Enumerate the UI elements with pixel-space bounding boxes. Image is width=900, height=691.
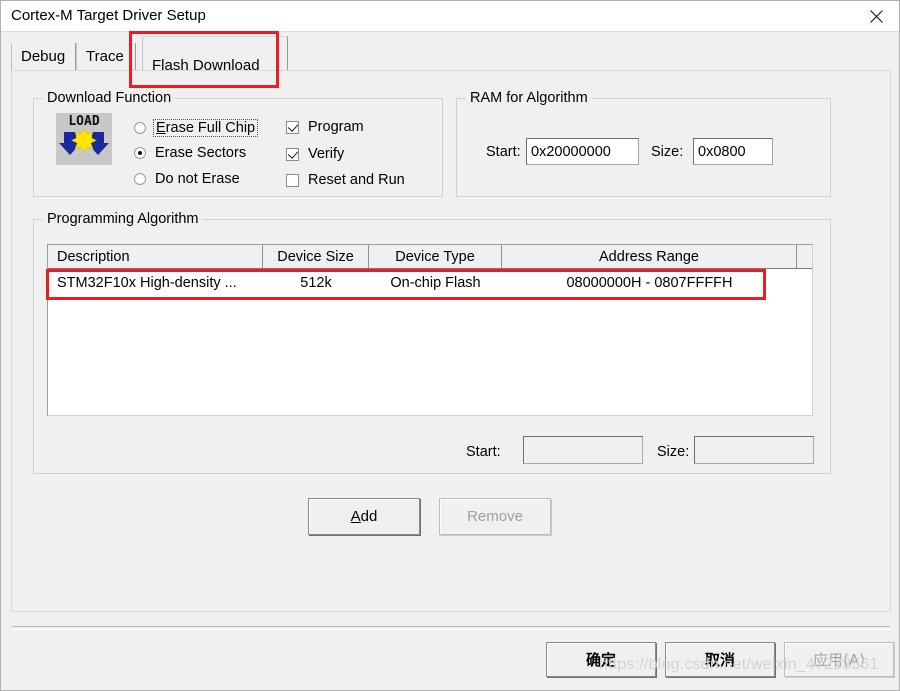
load-icon: LOAD — [56, 113, 112, 165]
ram-start-input[interactable]: 0x20000000 — [526, 138, 639, 165]
window-title: Cortex-M Target Driver Setup — [11, 7, 206, 24]
algo-start-input[interactable] — [523, 436, 643, 464]
ram-size-label: Size: — [651, 144, 684, 160]
cell-device-type: On-chip Flash — [390, 275, 481, 291]
column-header-description[interactable]: Description — [48, 245, 263, 268]
add-button-label: Add — [350, 508, 378, 525]
radio-do-not-erase[interactable]: Do not Erase — [134, 171, 240, 187]
ok-button[interactable]: 确定 — [546, 642, 656, 677]
table-header-row: Description Device Size Device Type Addr… — [48, 245, 812, 269]
ram-for-algorithm-title: RAM for Algorithm — [466, 90, 592, 106]
radio-erase-sectors-label: Erase Sectors — [155, 145, 247, 161]
download-function-title: Download Function — [43, 90, 176, 106]
tab-strip: Debug Trace Flash Download — [11, 36, 891, 78]
ram-start-label: Start: — [486, 144, 521, 160]
target-driver-setup-dialog: Cortex-M Target Driver Setup Debug Trace… — [0, 0, 900, 691]
checkbox-verify-label: Verify — [308, 146, 345, 162]
radio-erase-sectors[interactable]: Erase Sectors — [134, 145, 246, 161]
cell-description: STM32F10x High-density ... — [57, 275, 237, 291]
add-button[interactable]: Add — [308, 498, 420, 535]
checkbox-program-label: Program — [308, 119, 364, 135]
column-header-address-range[interactable]: Address Range — [502, 245, 797, 268]
bottom-separator — [12, 626, 890, 630]
cell-device-size: 512k — [300, 275, 332, 291]
radio-erase-full-chip-indicator — [134, 122, 146, 134]
title-bar: Cortex-M Target Driver Setup — [1, 1, 899, 32]
ok-button-label: 确定 — [585, 651, 616, 669]
cancel-button-label: 取消 — [704, 651, 735, 669]
tab-debug[interactable]: Debug — [11, 43, 76, 70]
programming-algorithm-title: Programming Algorithm — [43, 211, 203, 227]
programming-algorithm-list[interactable]: Description Device Size Device Type Addr… — [47, 244, 813, 416]
radio-erase-sectors-indicator — [134, 147, 146, 159]
checkbox-reset-and-run-label: Reset and Run — [308, 172, 405, 188]
radio-erase-full-chip[interactable]: Erase Full Chip — [134, 119, 259, 137]
cell-extra — [797, 269, 812, 297]
radio-erase-full-chip-label: Erase Full Chip — [153, 119, 259, 137]
apply-button[interactable]: 应用(A) — [784, 642, 894, 677]
checkbox-program-indicator — [286, 120, 299, 134]
checkbox-verify-indicator — [286, 147, 299, 161]
cell-address-range: 08000000H - 0807FFFFH — [566, 275, 733, 291]
radio-do-not-erase-indicator — [134, 173, 146, 185]
table-row[interactable]: STM32F10x High-density ... 512k On-chip … — [48, 269, 812, 297]
ram-size-input[interactable]: 0x0800 — [693, 138, 773, 165]
column-header-extra[interactable] — [797, 245, 812, 268]
tab-trace-label: Trace — [86, 48, 124, 65]
remove-button-label: Remove — [467, 508, 523, 525]
column-header-device-size[interactable]: Device Size — [263, 245, 369, 268]
apply-button-label: 应用(A) — [813, 651, 865, 669]
cancel-button[interactable]: 取消 — [665, 642, 775, 677]
tab-trace[interactable]: Trace — [76, 43, 136, 70]
algo-size-label: Size: — [657, 444, 690, 460]
remove-button[interactable]: Remove — [439, 498, 551, 535]
algo-start-label: Start: — [466, 444, 501, 460]
checkbox-program[interactable]: Program — [286, 119, 364, 135]
radio-do-not-erase-label: Do not Erase — [155, 171, 240, 187]
tab-debug-label: Debug — [21, 48, 66, 65]
column-header-device-type[interactable]: Device Type — [369, 245, 502, 268]
checkbox-reset-and-run[interactable]: Reset and Run — [286, 172, 405, 188]
checkbox-verify[interactable]: Verify — [286, 146, 344, 162]
algo-size-input[interactable] — [694, 436, 814, 464]
close-icon[interactable] — [853, 1, 899, 31]
checkbox-reset-and-run-indicator — [286, 173, 299, 187]
